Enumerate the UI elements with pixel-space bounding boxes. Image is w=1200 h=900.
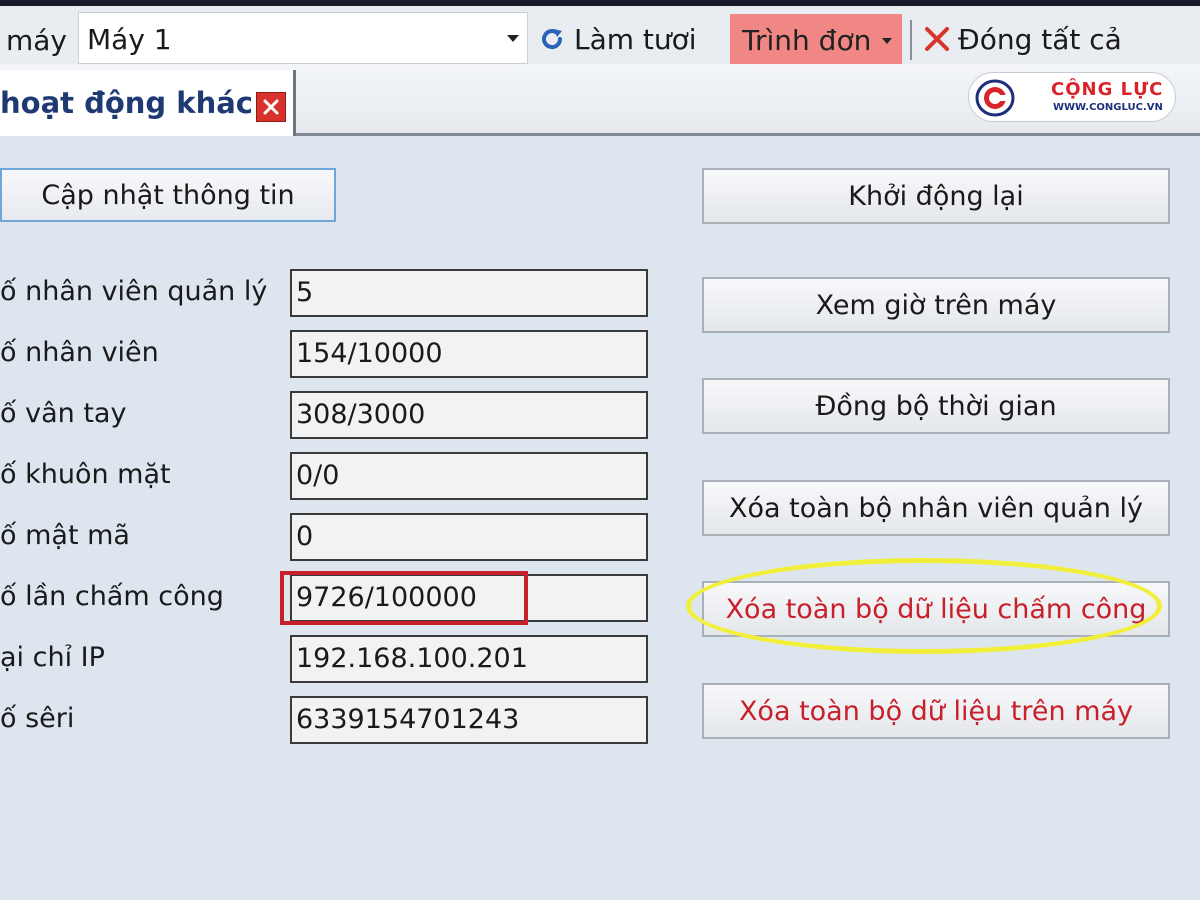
update-info-button[interactable]: Cập nhật thông tin — [0, 168, 336, 222]
delete-all-attendance-button[interactable]: Xóa toàn bộ dữ liệu chấm công — [702, 581, 1170, 637]
restart-button[interactable]: Khởi động lại — [702, 168, 1170, 224]
sync-time-button[interactable]: Đồng bộ thời gian — [702, 378, 1170, 434]
machine-label: máy — [6, 24, 68, 57]
field-serial-number: 6339154701243 — [290, 696, 648, 744]
close-icon — [925, 27, 949, 51]
delete-all-device-data-button[interactable]: Xóa toàn bộ dữ liệu trên máy — [702, 683, 1170, 739]
field-employee-count: 154/10000 — [290, 330, 648, 378]
field-label-password-count: ố mật mã — [0, 520, 130, 551]
refresh-icon — [542, 29, 563, 49]
field-ip-address: 192.168.100.201 — [290, 635, 648, 683]
field-face-count: 0/0 — [290, 452, 648, 500]
field-fingerprint-count: 308/3000 — [290, 391, 648, 439]
machine-select-value: Máy 1 — [87, 23, 172, 56]
field-attendance-count: 9726/100000 — [290, 574, 648, 622]
close-all-label: Đóng tất cả — [958, 22, 1122, 56]
logo-mark-icon — [975, 79, 1015, 117]
menu-label: Trình đơn — [742, 23, 872, 57]
tab-close-button[interactable] — [256, 92, 286, 122]
delete-all-admins-button[interactable]: Xóa toàn bộ nhân viên quản lý — [702, 480, 1170, 536]
logo-url-text: WWW.CONGLUC.VN — [1053, 102, 1163, 113]
field-label-face-count: ố khuôn mặt — [0, 459, 171, 490]
close-all-button[interactable]: Đóng tất cả — [922, 18, 1122, 60]
field-password-count: 0 — [290, 513, 648, 561]
chevron-down-icon — [507, 35, 519, 42]
field-label-ip-address: ại chỉ IP — [0, 642, 105, 673]
machine-select[interactable]: Máy 1 — [78, 12, 528, 64]
field-label-attendance-count: ố lần chấm công — [0, 581, 224, 612]
field-label-admin-count: ố nhân viên quản lý — [0, 276, 268, 307]
toolbar-divider — [910, 20, 912, 60]
refresh-label: Làm tươi — [574, 22, 697, 56]
tab-other-activities[interactable]: hoạt động khác — [0, 70, 296, 136]
logo-brand-text: CỘNG LỰC — [1051, 79, 1164, 100]
refresh-button[interactable]: Làm tươi — [538, 18, 697, 60]
close-icon — [263, 99, 279, 115]
field-label-employee-count: ố nhân viên — [0, 337, 159, 368]
brand-logo: CỘNG LỰC WWW.CONGLUC.VN — [968, 72, 1176, 122]
chevron-down-icon — [882, 38, 892, 44]
top-toolbar: máy Máy 1 Làm tươi Trình đơn Đóng tất cả — [0, 0, 1200, 66]
field-label-serial-number: ố sêri — [0, 703, 75, 734]
field-admin-count: 5 — [290, 269, 648, 317]
menu-button[interactable]: Trình đơn — [730, 14, 902, 66]
field-label-fingerprint-count: ố vân tay — [0, 398, 127, 429]
tab-title: hoạt động khác — [0, 86, 253, 120]
view-device-time-button[interactable]: Xem giờ trên máy — [702, 277, 1170, 333]
